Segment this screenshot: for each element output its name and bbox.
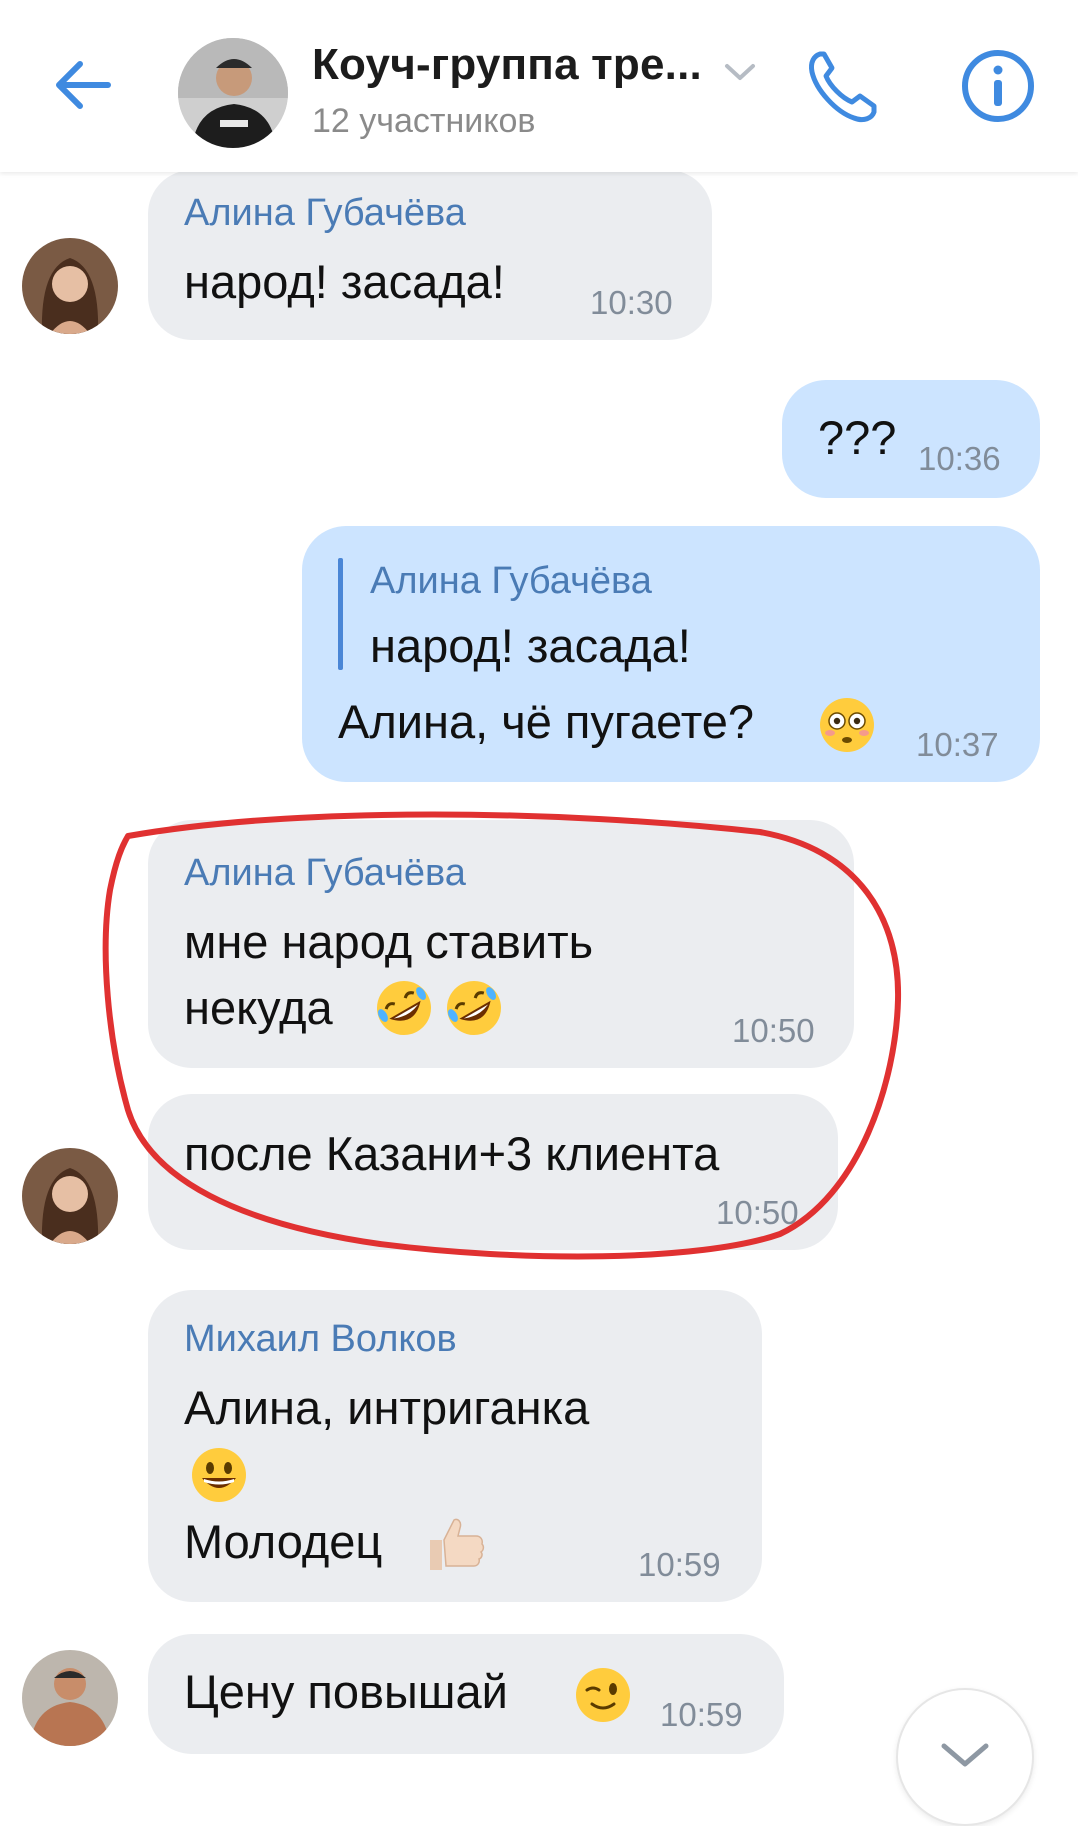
scroll-down-button[interactable] [896,1688,1034,1826]
message-time: 10:50 [716,1194,799,1231]
reply-text: народ! засада! [370,619,691,672]
message-author[interactable]: Михаил Волков [184,1318,457,1361]
message-time: 10:30 [590,284,673,321]
chevron-down-icon[interactable] [722,60,758,84]
members-count: 12 участников [312,102,536,140]
message-bubble[interactable]: Алина Губачёва народ! засада! 10:30 [148,170,712,340]
message-text: Молодец [184,1515,383,1568]
message-text: мне народ ставить [184,915,594,968]
message-time: 10:50 [732,1012,815,1049]
message-author[interactable]: Алина Губачёва [184,852,466,895]
avatar[interactable] [22,238,118,334]
back-arrow-icon [56,61,111,109]
message-author[interactable]: Алина Губачёва [184,192,466,235]
avatar[interactable] [22,1148,118,1244]
message-text: Алина, интриганка [184,1381,590,1434]
message-bubble[interactable]: ??? 10:36 [782,380,1040,498]
message-text: народ! засада! [184,255,505,308]
message-bubble[interactable]: Михаил Волков Алина, интриганка Молодец … [148,1290,762,1602]
grinning-emoji-icon [192,1448,246,1502]
avatar[interactable] [22,1650,118,1746]
winking-emoji-icon [576,1668,630,1722]
rofl-emoji-icon [377,981,431,1035]
message-bubble[interactable]: Цену повышай 10:59 [148,1634,784,1754]
message-text: ??? [818,411,897,464]
message-time: 10:59 [660,1696,743,1733]
message-time: 10:36 [918,440,1001,477]
message-bubble[interactable]: после Казани+3 клиента 10:50 [148,1094,838,1250]
info-icon [962,50,1034,122]
message-time: 10:59 [638,1546,721,1583]
thumbs-up-emoji-icon [430,1518,485,1570]
message-bubble[interactable]: Алина Губачёва мне народ ставить некуда … [148,820,854,1068]
message-text: некуда [184,981,333,1034]
group-avatar[interactable] [178,38,288,148]
reply-bar [338,558,343,670]
flushed-emoji-icon [820,698,874,752]
message-text: Цену повышай [184,1665,508,1718]
message-bubble[interactable]: Алина Губачёва народ! засада! Алина, чё … [302,526,1040,782]
info-button[interactable] [960,48,1036,124]
rofl-emoji-icon [447,981,501,1035]
scroll-down-icon [941,1743,989,1767]
message-time: 10:37 [916,726,999,763]
message-text: после Казани+3 клиента [184,1127,720,1180]
back-button[interactable] [50,52,116,118]
phone-icon [809,51,877,123]
message-text: Алина, чё пугаете? [338,695,754,748]
call-button[interactable] [806,46,880,126]
reply-author[interactable]: Алина Губачёва [370,560,652,603]
chat-title[interactable]: Коуч-группа тре... [312,40,702,90]
chat-header: Коуч-группа тре... 12 участников [0,0,1078,172]
